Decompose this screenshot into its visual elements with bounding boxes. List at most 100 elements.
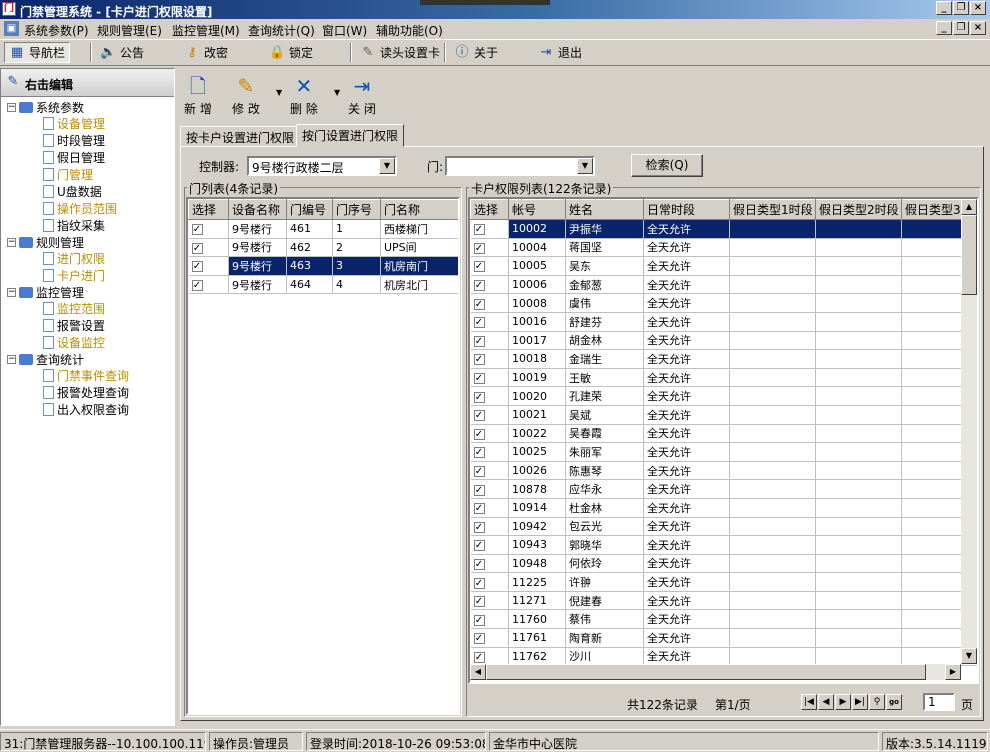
- row-checkbox[interactable]: ✓: [473, 335, 485, 347]
- card-row[interactable]: ✓ 10026 陈惠琴 全天允许: [470, 461, 977, 481]
- row-checkbox[interactable]: ✓: [473, 354, 485, 366]
- tree-group-query[interactable]: − 查询统计: [7, 351, 84, 368]
- card-row[interactable]: ✓ 10948 何依玲 全天允许: [470, 554, 977, 574]
- tree-item-event-query[interactable]: 门禁事件查询: [43, 367, 129, 384]
- card-row[interactable]: ✓ 11761 陶育新 全天允许: [470, 628, 977, 648]
- row-checkbox[interactable]: ✓: [473, 558, 485, 570]
- row-checkbox-cell[interactable]: ✓: [470, 293, 509, 313]
- close-form-button[interactable]: ⇥ 关 闭: [348, 74, 376, 117]
- card-row[interactable]: ✓ 10878 应华永 全天允许: [470, 479, 977, 499]
- row-checkbox[interactable]: ✓: [473, 577, 485, 589]
- tree-item-alarm-query[interactable]: 报警处理查询: [43, 384, 129, 401]
- prev-page-icon[interactable]: ◀: [818, 694, 834, 710]
- row-checkbox[interactable]: ✓: [473, 428, 485, 440]
- card-row[interactable]: ✓ 10025 朱丽军 全天允许: [470, 442, 977, 462]
- door-row[interactable]: ✓ 9号楼行 462 2 UPS间: [188, 238, 458, 258]
- search-button[interactable]: 检索(Q): [631, 154, 703, 177]
- row-checkbox[interactable]: ✓: [473, 261, 485, 273]
- card-row[interactable]: ✓ 10017 胡金林 全天允许: [470, 331, 977, 351]
- mdi-restore-button[interactable]: ❐: [953, 21, 969, 35]
- row-checkbox-cell[interactable]: ✓: [470, 386, 509, 406]
- last-page-icon[interactable]: ▶|: [852, 694, 868, 710]
- tree-item-device-monitor[interactable]: 设备监控: [43, 334, 105, 351]
- tree-item-time-mgmt[interactable]: 时段管理: [43, 132, 105, 149]
- column-header[interactable]: 选择: [188, 199, 229, 220]
- tab-by-door[interactable]: 按门设置进门权限: [296, 124, 405, 147]
- mdi-minimize-button[interactable]: _: [936, 21, 952, 35]
- tree-item-fingerprint[interactable]: 指纹采集: [43, 217, 105, 234]
- menu-query[interactable]: 查询统计(Q): [248, 22, 315, 39]
- row-checkbox[interactable]: ✓: [191, 280, 203, 292]
- row-checkbox-cell[interactable]: ✓: [470, 572, 509, 592]
- row-checkbox[interactable]: ✓: [473, 410, 485, 422]
- row-checkbox-cell[interactable]: ✓: [470, 312, 509, 332]
- row-checkbox[interactable]: ✓: [473, 503, 485, 515]
- door-row[interactable]: ✓ 9号楼行 464 4 机房北门: [188, 275, 458, 295]
- goto-icon[interactable]: go: [886, 694, 902, 710]
- row-checkbox-cell[interactable]: ✓: [470, 591, 509, 611]
- menu-tools[interactable]: 辅助功能(O): [376, 22, 443, 39]
- column-header[interactable]: 日常时段: [643, 199, 730, 220]
- row-checkbox-cell[interactable]: ✓: [470, 219, 509, 239]
- scroll-left-icon[interactable]: ◀: [470, 664, 486, 680]
- card-row[interactable]: ✓ 10018 金瑞生 全天允许: [470, 349, 977, 369]
- column-header[interactable]: 假日类型2时段: [815, 199, 902, 220]
- row-checkbox[interactable]: ✓: [191, 224, 203, 236]
- menu-window[interactable]: 窗口(W): [322, 22, 367, 39]
- card-row[interactable]: ✓ 11762 沙川 全天允许: [470, 647, 977, 667]
- card-row[interactable]: ✓ 10021 吴斌 全天允许: [470, 405, 977, 425]
- row-checkbox[interactable]: ✓: [473, 651, 485, 663]
- tree-item-access-query[interactable]: 出入权限查询: [43, 401, 129, 418]
- tree-group-system-params[interactable]: − 系统参数: [7, 99, 84, 116]
- column-header[interactable]: 帐号: [508, 199, 566, 220]
- page-input[interactable]: [923, 693, 955, 711]
- row-checkbox-cell[interactable]: ✓: [470, 256, 509, 276]
- tree-group-rules[interactable]: − 规则管理: [7, 234, 84, 251]
- row-checkbox[interactable]: ✓: [473, 466, 485, 478]
- tree-item-door-mgmt[interactable]: 门管理: [43, 166, 93, 183]
- row-checkbox[interactable]: ✓: [473, 242, 485, 254]
- door-select[interactable]: ▼: [445, 156, 595, 176]
- first-page-icon[interactable]: |◀: [801, 694, 817, 710]
- door-row[interactable]: ✓ 9号楼行 461 1 西楼梯门: [188, 219, 458, 239]
- column-header[interactable]: 门名称: [380, 199, 458, 220]
- row-checkbox[interactable]: ✓: [473, 447, 485, 459]
- scroll-thumb-horizontal[interactable]: [486, 664, 926, 680]
- zoom-icon[interactable]: ⚲: [869, 694, 885, 710]
- row-checkbox-cell[interactable]: ✓: [470, 405, 509, 425]
- collapse-icon[interactable]: −: [7, 355, 16, 364]
- mdi-close-button[interactable]: ×: [970, 21, 986, 35]
- notice-button[interactable]: 🔈 公告: [96, 42, 148, 63]
- card-row[interactable]: ✓ 10016 舒建芬 全天允许: [470, 312, 977, 332]
- lock-button[interactable]: 🔒 锁定: [265, 42, 317, 63]
- navigation-header-label[interactable]: 右击编辑: [25, 76, 73, 93]
- row-checkbox[interactable]: ✓: [473, 391, 485, 403]
- menu-system-params[interactable]: 系统参数(P): [24, 22, 89, 39]
- column-header[interactable]: 设备名称: [228, 199, 287, 220]
- card-row[interactable]: ✓ 10019 王敏 全天允许: [470, 368, 977, 388]
- row-checkbox-cell[interactable]: ✓: [470, 479, 509, 499]
- card-row[interactable]: ✓ 11271 倪建春 全天允许: [470, 591, 977, 611]
- row-checkbox-cell[interactable]: ✓: [470, 331, 509, 351]
- row-checkbox-cell[interactable]: ✓: [470, 609, 509, 630]
- card-row[interactable]: ✓ 10006 金郁葱 全天允许: [470, 275, 977, 295]
- next-page-icon[interactable]: ▶: [835, 694, 851, 710]
- delete-dropdown-icon[interactable]: ▼: [334, 88, 340, 97]
- row-checkbox-cell[interactable]: ✓: [470, 535, 509, 555]
- row-checkbox-cell[interactable]: ✓: [470, 368, 509, 388]
- tree-item-alarm-settings[interactable]: 报警设置: [43, 317, 105, 334]
- row-checkbox-cell[interactable]: ✓: [188, 256, 229, 276]
- row-checkbox[interactable]: ✓: [473, 484, 485, 496]
- card-row[interactable]: ✓ 10005 吴东 全天允许: [470, 256, 977, 276]
- change-password-button[interactable]: ⚷ 改密: [180, 42, 232, 63]
- row-checkbox-cell[interactable]: ✓: [188, 275, 229, 295]
- card-row[interactable]: ✓ 10008 虞伟 全天允许: [470, 293, 977, 313]
- minimize-button[interactable]: _: [936, 1, 952, 15]
- row-checkbox-cell[interactable]: ✓: [470, 517, 509, 537]
- row-checkbox-cell[interactable]: ✓: [470, 554, 509, 574]
- row-checkbox-cell[interactable]: ✓: [470, 349, 509, 369]
- row-checkbox-cell[interactable]: ✓: [470, 647, 509, 667]
- about-button[interactable]: ⓘ 关于: [450, 42, 502, 63]
- row-checkbox[interactable]: ✓: [473, 317, 485, 329]
- delete-button[interactable]: ✕ 删 除: [290, 74, 318, 117]
